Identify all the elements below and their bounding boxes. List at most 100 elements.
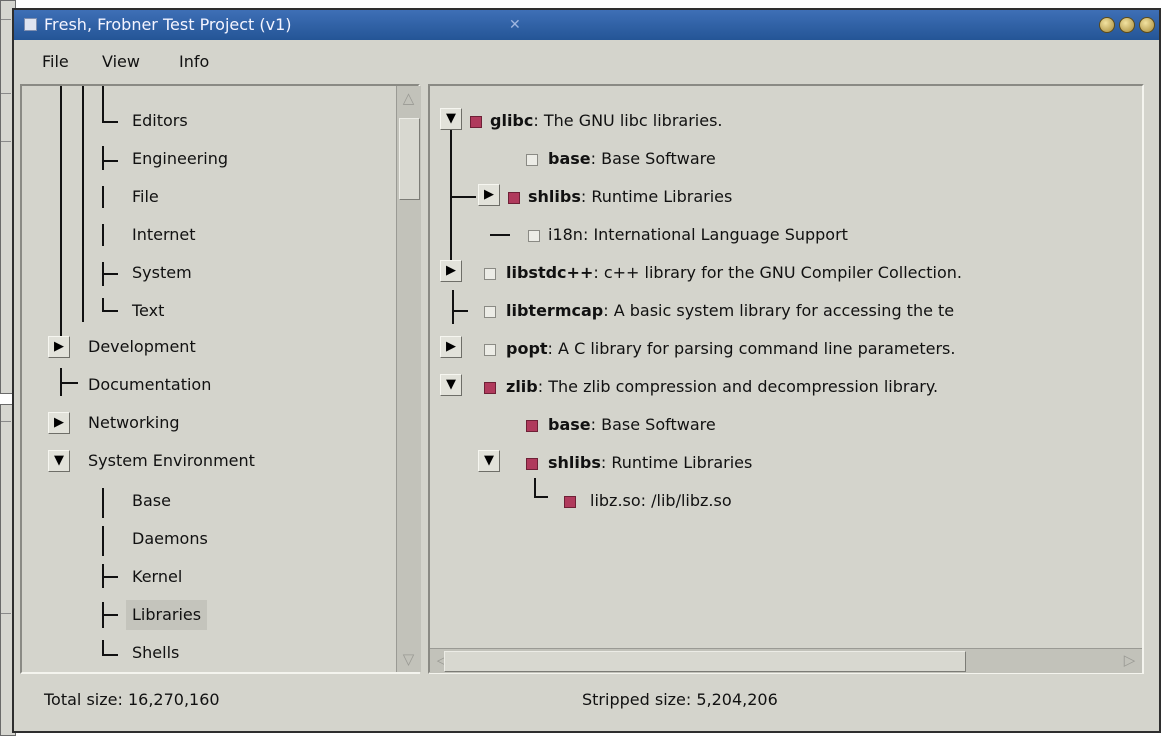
tree-line <box>102 121 118 123</box>
package-horizontal-scrollbar[interactable]: ◁ ▷ <box>430 648 1142 673</box>
tree-line <box>102 186 104 208</box>
collapse-zlib-button[interactable]: ▼ <box>440 374 462 396</box>
tree-item-text[interactable]: Text <box>132 296 164 326</box>
package-desc: A C library for parsing command line par… <box>558 339 956 358</box>
tree-line <box>102 86 104 122</box>
tree-line <box>534 496 548 498</box>
collapse-glibc-button[interactable]: ▼ <box>440 108 462 130</box>
tree-line <box>102 488 104 518</box>
background-window-line <box>1 141 11 142</box>
tree-line <box>450 196 476 198</box>
tree-item-file[interactable]: File <box>132 182 159 212</box>
tree-line <box>450 126 452 264</box>
expand-development-button[interactable]: ▶ <box>48 336 70 358</box>
package-row-zlib-shlibs[interactable]: shlibs: Runtime Libraries <box>548 448 752 478</box>
package-row-popt[interactable]: popt: A C library for parsing command li… <box>506 334 955 364</box>
scroll-up-icon[interactable]: △ <box>398 88 419 109</box>
tree-line <box>102 526 104 556</box>
collapse-zlib-shlibs-button[interactable]: ▼ <box>478 450 500 472</box>
tree-line <box>102 273 118 275</box>
background-window-line <box>1 93 11 94</box>
menu-view[interactable]: View <box>102 52 140 71</box>
package-row-zlib[interactable]: zlib: The zlib compression and decompres… <box>506 372 938 402</box>
tree-item-system[interactable]: System <box>132 258 192 288</box>
package-desc: c++ library for the GNU Compiler Collect… <box>603 263 963 282</box>
tree-item-documentation[interactable]: Documentation <box>88 370 211 400</box>
expand-popt-button[interactable]: ▶ <box>440 336 462 358</box>
package-name: shlibs <box>528 187 581 206</box>
tree-item-label: Shells <box>132 643 180 662</box>
package-desc: Runtime Libraries <box>611 453 753 472</box>
package-checkbox[interactable] <box>470 116 482 128</box>
tree-item-networking[interactable]: Networking <box>88 408 180 438</box>
pin-icon[interactable]: ✕ <box>509 10 521 40</box>
background-window-line <box>1 19 11 20</box>
minimize-button[interactable] <box>1099 17 1115 33</box>
menu-info[interactable]: Info <box>179 52 209 71</box>
package-desc: Base Software <box>601 149 716 168</box>
package-checkbox[interactable] <box>526 420 538 432</box>
group-tree[interactable]: Editors Engineering File Internet System… <box>20 84 421 674</box>
close-button[interactable] <box>1139 17 1155 33</box>
tree-line <box>102 576 118 578</box>
tree-item-editors[interactable]: Editors <box>132 106 188 136</box>
tree-item-engineering[interactable]: Engineering <box>132 144 228 174</box>
tree-item-kernel[interactable]: Kernel <box>132 562 182 592</box>
collapse-system-environment-button[interactable]: ▼ <box>48 450 70 472</box>
tree-item-libraries[interactable]: Libraries <box>126 600 208 630</box>
package-name: i18n <box>548 225 583 244</box>
expand-libstdcpp-button[interactable]: ▶ <box>440 260 462 282</box>
tree-line <box>534 478 536 496</box>
package-desc: /lib/libz.so <box>651 491 732 510</box>
package-checkbox[interactable] <box>484 268 496 280</box>
tree-item-internet[interactable]: Internet <box>132 220 196 250</box>
tree-item-label: Kernel <box>132 567 183 586</box>
package-checkbox[interactable] <box>484 344 496 356</box>
package-checkbox[interactable] <box>526 458 538 470</box>
window-title: Frеsh, Frobner Test Project (v1) <box>44 15 292 34</box>
tree-line <box>102 146 104 170</box>
scrollbar-thumb[interactable] <box>399 118 420 200</box>
tree-item-system-environment[interactable]: System Environment <box>88 446 255 476</box>
package-desc: The zlib compression and decompression l… <box>548 377 939 396</box>
tree-item-base[interactable]: Base <box>132 486 171 516</box>
tree-item-label: Documentation <box>88 375 212 394</box>
package-name: libstdc++ <box>506 263 594 282</box>
maximize-button[interactable] <box>1119 17 1135 33</box>
window-menu-icon[interactable] <box>24 18 37 31</box>
package-row-i18n[interactable]: i18n: International Language Support <box>548 220 848 250</box>
package-checkbox[interactable] <box>528 230 540 242</box>
tree-item-label: Daemons <box>132 529 208 548</box>
tree-item-development[interactable]: Development <box>88 332 196 362</box>
scrollbar-thumb[interactable] <box>444 651 966 672</box>
package-row-zlib-base[interactable]: base: Base Software <box>548 410 716 440</box>
package-desc: A basic system library for accessing the… <box>613 301 955 320</box>
package-row-libstdcpp[interactable]: libstdc++: c++ library for the GNU Compi… <box>506 258 962 288</box>
scroll-right-icon[interactable]: ▷ <box>1119 650 1140 671</box>
tree-item-daemons[interactable]: Daemons <box>132 524 208 554</box>
tree-item-shells[interactable]: Shells <box>132 638 179 668</box>
package-checkbox[interactable] <box>484 306 496 318</box>
package-row-libtermcap[interactable]: libtermcap: A basic system library for a… <box>506 296 954 326</box>
tree-vertical-scrollbar[interactable]: △ ▽ <box>396 86 421 672</box>
package-row-base[interactable]: base: Base Software <box>548 144 716 174</box>
package-checkbox[interactable] <box>564 496 576 508</box>
package-checkbox[interactable] <box>526 154 538 166</box>
package-row-glibc[interactable]: glibc: The GNU libc libraries. <box>490 106 723 136</box>
package-checkbox[interactable] <box>508 192 520 204</box>
package-name: base <box>548 149 591 168</box>
package-name: shlibs <box>548 453 601 472</box>
expand-shlibs-button[interactable]: ▶ <box>478 184 500 206</box>
tree-item-label: Development <box>88 337 196 356</box>
package-row-shlibs[interactable]: shlibs: Runtime Libraries <box>528 182 732 212</box>
package-row-libz-so[interactable]: libz.so: /lib/libz.so <box>590 486 732 516</box>
expand-networking-button[interactable]: ▶ <box>48 412 70 434</box>
menu-file[interactable]: File <box>42 52 69 71</box>
package-tree[interactable]: ▼ glibc: The GNU libc libraries. base: B… <box>428 84 1144 674</box>
package-checkbox[interactable] <box>484 382 496 394</box>
scroll-down-icon[interactable]: ▽ <box>398 649 419 670</box>
tree-item-label: Base <box>132 491 171 510</box>
title-bar[interactable]: Frеsh, Frobner Test Project (v1) ✕ <box>14 10 1159 40</box>
package-desc: International Language Support <box>593 225 848 244</box>
tree-item-label: Internet <box>132 225 196 244</box>
